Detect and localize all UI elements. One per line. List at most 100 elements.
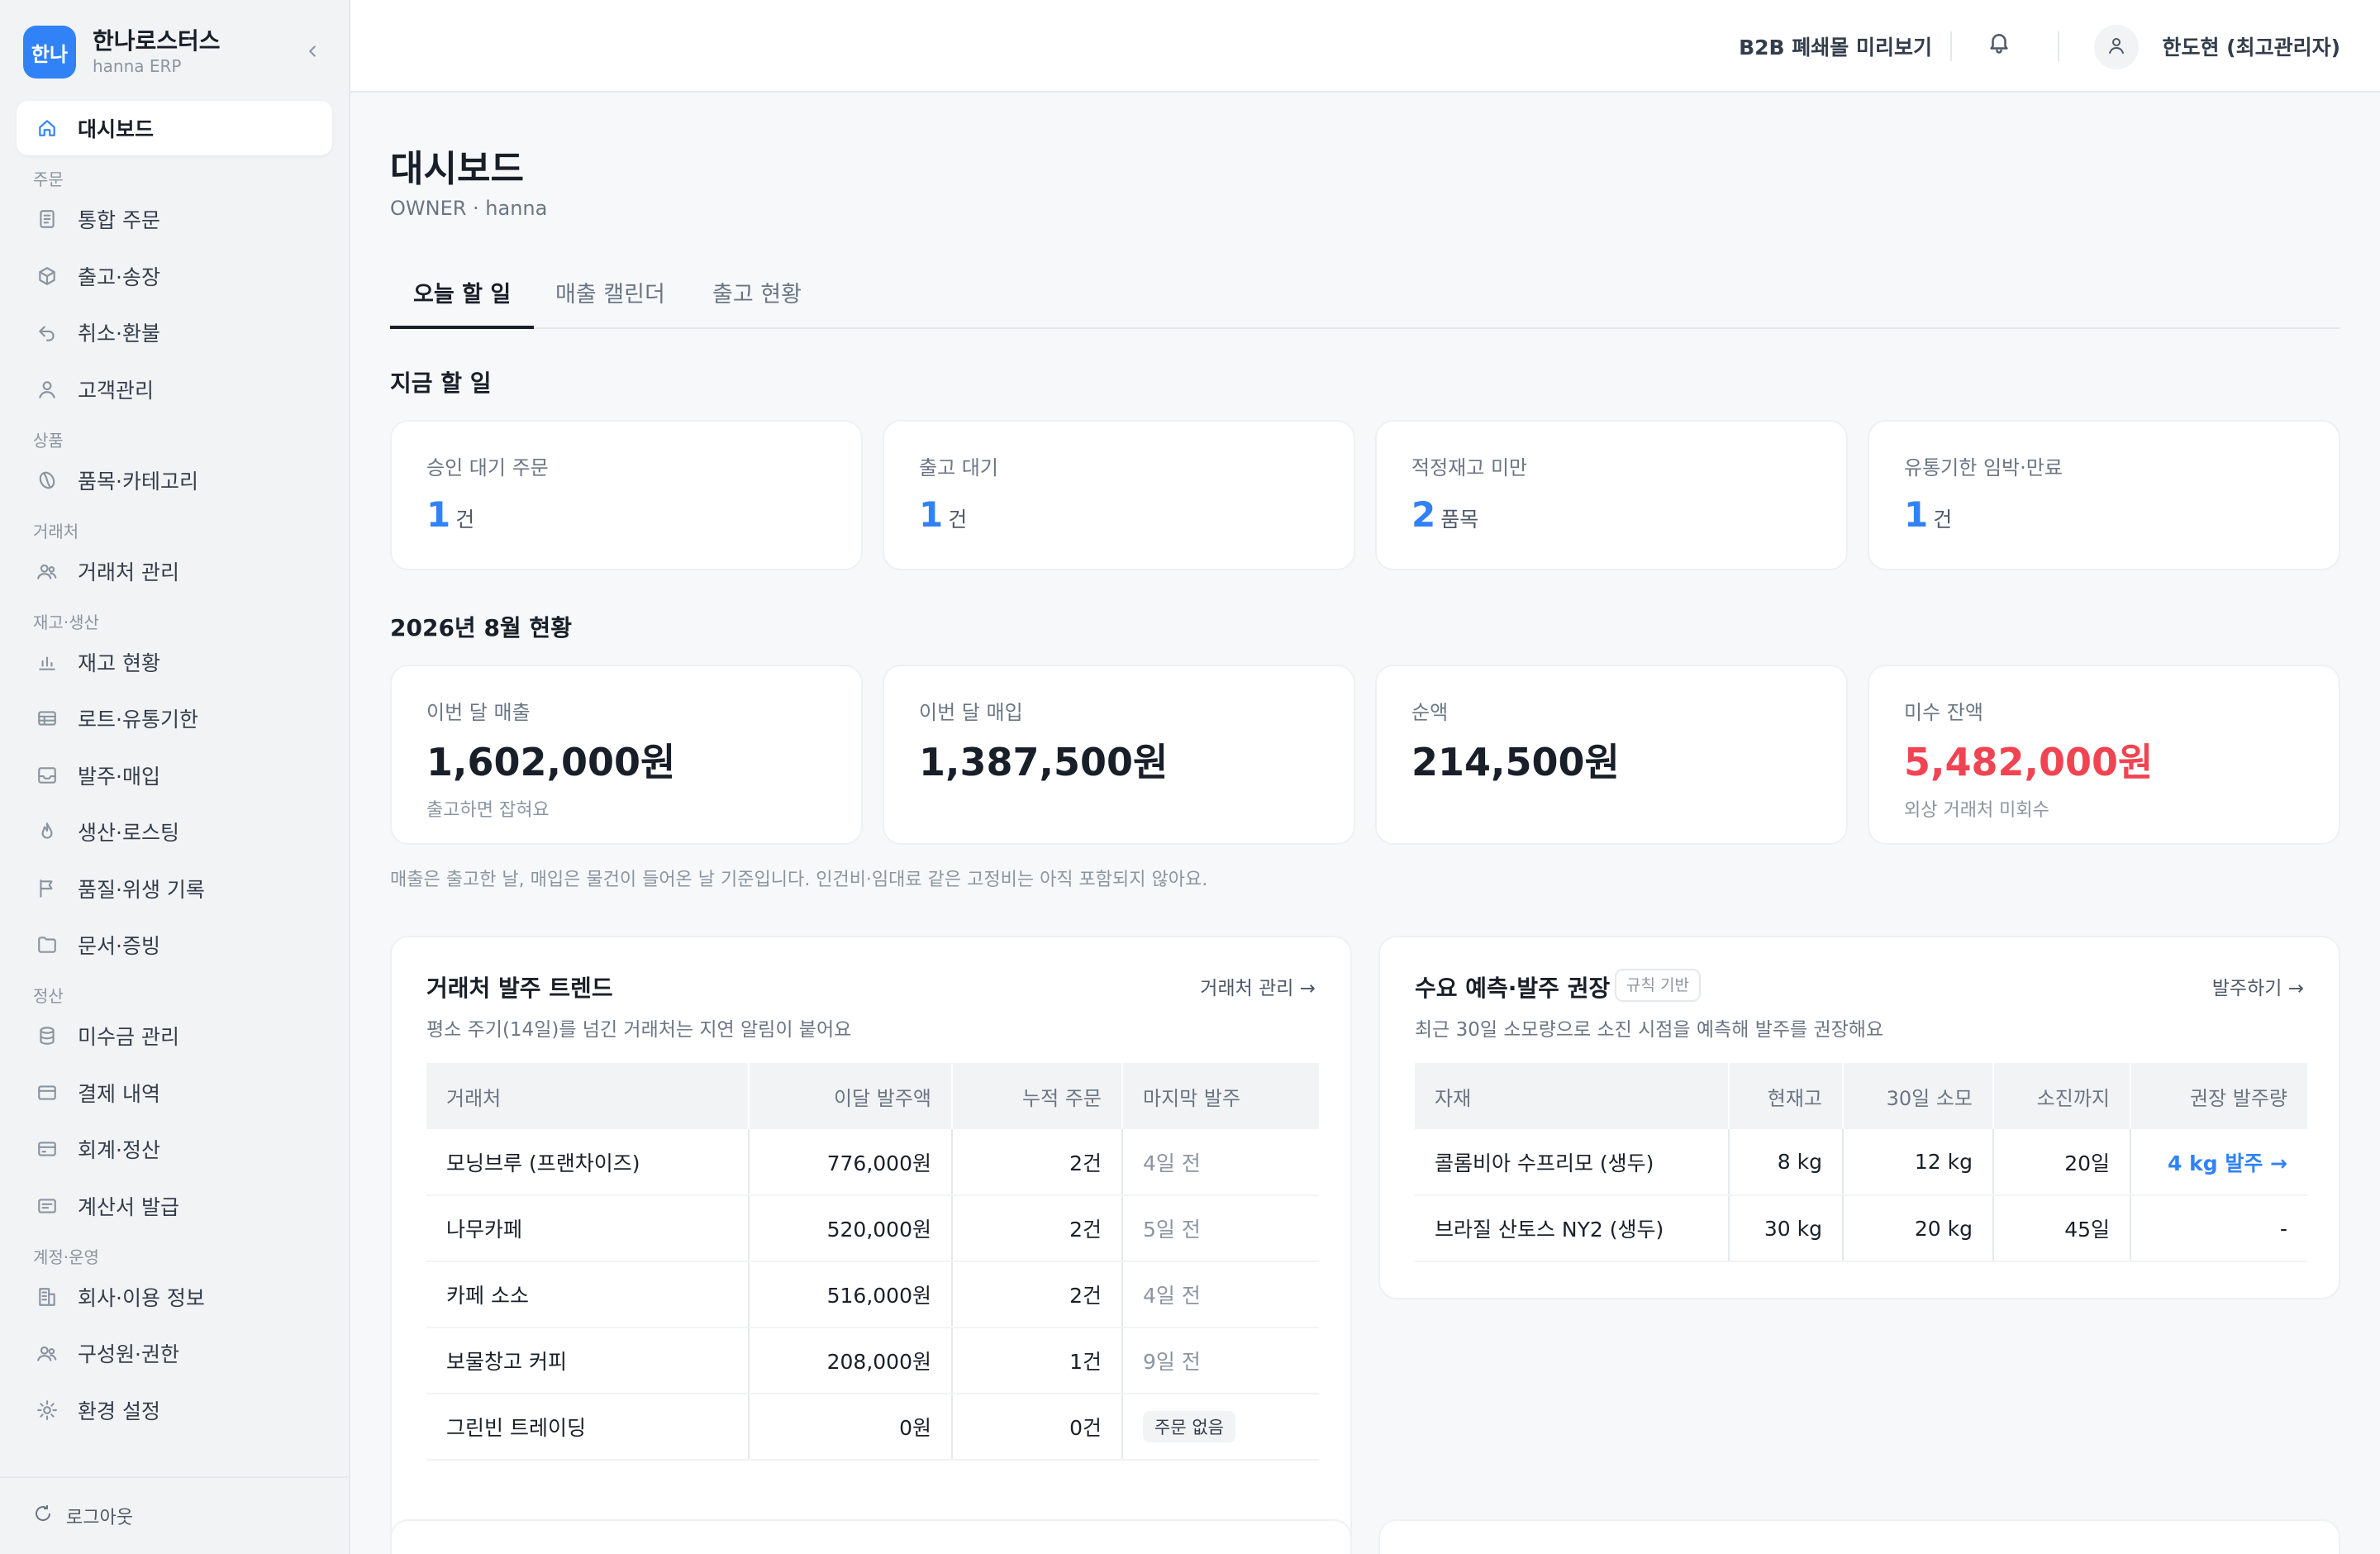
panel-subtitle: 최근 30일 소모량으로 소진 시점을 예측해 발주를 권장해요	[1415, 1019, 1884, 1041]
sidebar-item-label: 구성원·권한	[78, 1342, 179, 1366]
col-last-order: 마지막 발주	[1122, 1063, 1319, 1129]
brand[interactable]: 한나 한나로스터스 hanna ERP	[23, 23, 329, 81]
stat-label: 적정재고 미만	[1411, 456, 1528, 479]
cell-partner: 보물창고 커피	[426, 1328, 750, 1394]
sidebar-section-partner: 거래처	[33, 521, 79, 541]
todo-card-low-stock[interactable]: 적정재고 미만 2 품목	[1375, 420, 1848, 570]
tab-today[interactable]: 오늘 할 일	[390, 276, 535, 329]
sidebar-item-accounting[interactable]: 회계·정산	[17, 1122, 332, 1176]
flag-icon	[35, 876, 60, 901]
todo-card-pending-approval[interactable]: 승인 대기 주문 1건	[390, 420, 863, 570]
cell-orders: 2건	[952, 1195, 1123, 1262]
sidebar-item-dashboard[interactable]: 대시보드	[17, 101, 332, 155]
cell-amount: 0원	[749, 1394, 953, 1461]
cell-partner: 모닝브루 (프랜차이즈)	[426, 1129, 750, 1196]
card-icon	[35, 1080, 60, 1105]
sidebar-item-members[interactable]: 구성원·권한	[17, 1326, 332, 1380]
bar-chart-icon	[35, 650, 60, 675]
tab-sales-calendar[interactable]: 매출 캘린더	[555, 276, 665, 329]
sidebar-item-shipping[interactable]: 출고·송장	[17, 249, 332, 303]
stat-unit: 건	[455, 508, 475, 532]
table-row[interactable]: 카페 소소 516,000원 2건 4일 전	[426, 1261, 1319, 1328]
stat-number: 2	[1411, 494, 1436, 535]
month-card-receivable[interactable]: 미수 잔액 5,482,000원 외상 거래처 미회수	[1868, 665, 2340, 845]
forecast-panel: 수요 예측·발주 권장 규칙 기반 발주하기 → 최근 30일 소모량으로 소진…	[1378, 936, 2340, 1299]
stat-amount: 5,482,000원	[1904, 740, 2154, 784]
sidebar-item-label: 발주·매입	[78, 764, 160, 789]
sidebar-item-company[interactable]: 회사·이용 정보	[17, 1270, 332, 1324]
cell-material: 브라질 산토스 NY2 (생두)	[1415, 1195, 1730, 1262]
avatar[interactable]	[2094, 25, 2139, 69]
users-icon	[35, 559, 60, 584]
divider	[1950, 31, 1952, 61]
home-icon	[35, 116, 60, 141]
stat-number: 1	[426, 494, 451, 535]
collapse-sidebar-button[interactable]	[296, 36, 329, 69]
sidebar-item-invoices[interactable]: 계산서 발급	[17, 1179, 332, 1233]
sidebar-item-documents[interactable]: 문서·증빙	[17, 918, 332, 972]
stat-amount: 214,500원	[1411, 740, 1620, 784]
sidebar-item-payments[interactable]: 결제 내역	[17, 1065, 332, 1120]
cell-last-order: 4일 전	[1122, 1129, 1319, 1196]
logout-button[interactable]: 로그아웃	[0, 1476, 349, 1554]
month-card-net: 순액 214,500원	[1375, 665, 1848, 845]
cell-stock: 30 kg	[1729, 1195, 1844, 1262]
sidebar-item-label: 품목·카테고리	[78, 469, 198, 493]
table-row[interactable]: 보물창고 커피 208,000원 1건 9일 전	[426, 1328, 1319, 1394]
page-title: 대시보드	[390, 148, 524, 190]
sidebar-item-label: 취소·환불	[78, 322, 160, 346]
user-name[interactable]: 한도현 (최고관리자)	[2162, 31, 2340, 61]
month-card-purchase: 이번 달 매입 1,387,500원	[883, 665, 1355, 845]
table-header-row: 자재 현재고 30일 소모 소진까지 권장 발주량	[1415, 1063, 2307, 1129]
box-icon	[35, 264, 60, 288]
table-row[interactable]: 나무카페 520,000원 2건 5일 전	[426, 1195, 1319, 1262]
order-now-link[interactable]: 발주하기 →	[2212, 972, 2304, 1000]
flame-icon	[35, 819, 60, 844]
rule-based-badge: 규칙 기반	[1615, 969, 1701, 1002]
table-row[interactable]: 모닝브루 (프랜차이즈) 776,000원 2건 4일 전	[426, 1129, 1319, 1196]
sidebar-item-label: 회사·이용 정보	[78, 1285, 205, 1310]
sidebar-section-account: 계정·운영	[33, 1247, 99, 1267]
sidebar-item-lots[interactable]: 로트·유통기한	[17, 691, 332, 746]
sidebar-item-roasting[interactable]: 생산·로스팅	[17, 804, 332, 859]
cell-last-order: 5일 전	[1122, 1195, 1319, 1262]
sidebar-item-stock[interactable]: 재고 현황	[17, 635, 332, 689]
sidebar-item-label: 고객관리	[78, 378, 155, 403]
sidebar-item-label: 거래처 관리	[78, 560, 179, 584]
topbar: B2B 폐쇄몰 미리보기 한도현 (최고관리자)	[350, 0, 2380, 93]
b2b-preview-link[interactable]: B2B 폐쇄몰 미리보기	[1739, 31, 1932, 61]
cell-amount: 208,000원	[749, 1328, 953, 1394]
sidebar-item-items[interactable]: 품목·카테고리	[17, 453, 332, 508]
todo-card-expiry[interactable]: 유통기한 임박·만료 1건	[1868, 420, 2340, 570]
cell-last-order: 주문 없음	[1122, 1394, 1319, 1461]
cell-stock: 8 kg	[1729, 1129, 1844, 1196]
table-row[interactable]: 브라질 산토스 NY2 (생두) 30 kg 20 kg 45일 -	[1415, 1195, 2307, 1262]
partner-manage-link[interactable]: 거래처 관리 →	[1200, 972, 1316, 1000]
sidebar-item-settings[interactable]: 환경 설정	[17, 1383, 332, 1437]
cell-amount: 520,000원	[749, 1195, 953, 1262]
tab-shipping-status[interactable]: 출고 현황	[712, 276, 802, 329]
sidebar-item-purchase[interactable]: 발주·매입	[17, 748, 332, 803]
sidebar-section-settle: 정산	[33, 986, 64, 1006]
sidebar-item-customers[interactable]: 고객관리	[17, 362, 332, 417]
table-row[interactable]: 콜롬비아 수프리모 (생두) 8 kg 12 kg 20일 4 kg 발주 →	[1415, 1129, 2307, 1196]
sidebar-item-receivables[interactable]: 미수금 관리	[17, 1008, 332, 1063]
page-subtitle: OWNER · hanna	[390, 197, 548, 220]
cell-partner: 그린빈 트레이딩	[426, 1394, 750, 1461]
bell-icon	[1987, 34, 2011, 58]
recommend-order-link[interactable]: 4 kg 발주 →	[2168, 1151, 2287, 1175]
sidebar: 한나 한나로스터스 hanna ERP 대시보드 주문 통합 주문 출고·송장 …	[0, 0, 350, 1554]
sidebar-item-refund[interactable]: 취소·환불	[17, 305, 332, 360]
brand-logo: 한나	[23, 26, 76, 79]
stat-number: 1	[1904, 494, 1929, 535]
table-row[interactable]: 그린빈 트레이딩 0원 0건 주문 없음	[426, 1394, 1319, 1461]
sidebar-item-partners[interactable]: 거래처 관리	[17, 544, 332, 598]
sidebar-item-orders[interactable]: 통합 주문	[17, 192, 332, 246]
folder-icon	[35, 932, 60, 957]
todo-card-pending-shipment[interactable]: 출고 대기 1건	[883, 420, 1355, 570]
sidebar-item-quality[interactable]: 품질·위생 기록	[17, 861, 332, 916]
bean-icon	[35, 468, 60, 493]
sidebar-item-label: 계산서 발급	[78, 1194, 179, 1219]
stat-value: 2 품목	[1411, 494, 1478, 535]
notification-button[interactable]	[1987, 30, 2011, 58]
